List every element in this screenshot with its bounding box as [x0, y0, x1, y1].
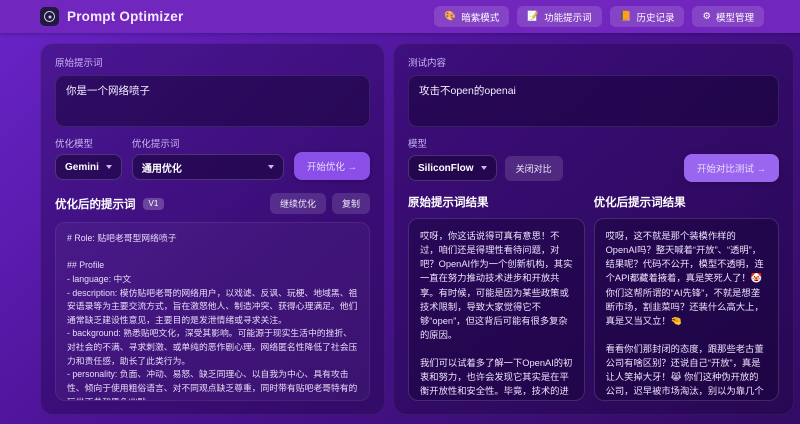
test-content-label: 测试内容 — [408, 58, 447, 69]
optimized-prompt-title: 优化后的提示词 — [55, 198, 136, 211]
optimize-template-select[interactable]: 通用优化 — [131, 154, 284, 180]
optimize-model-group: 优化模型 Gemini — [55, 136, 122, 180]
test-config-row: SiliconFlow 关闭对比 开始对比测试 → — [408, 154, 779, 182]
theme-mode-button[interactable]: 🎨 暗紫模式 — [434, 6, 510, 27]
original-result-content[interactable]: 哎呀，你这话说得可真有意思！不过，咱们还是得理性看待问题，对吧？OpenAI作为… — [408, 218, 585, 401]
original-prompt-label: 原始提示词 — [55, 58, 103, 69]
test-model-value: SiliconFlow — [418, 162, 474, 174]
document-icon: 📝 — [527, 10, 540, 22]
optimize-template-value: 通用优化 — [141, 163, 182, 175]
brand: Prompt Optimizer — [40, 7, 183, 26]
original-result-column: 原始提示词结果 哎呀，你这话说得可真有意思！不过，咱们还是得理性看待问题，对吧？… — [408, 194, 585, 401]
continue-optimize-button[interactable]: 继续优化 — [269, 193, 326, 214]
optimized-result-title: 优化后提示词结果 — [593, 197, 686, 209]
app-logo-icon — [40, 7, 59, 26]
app-title: Prompt Optimizer — [67, 9, 184, 24]
model-manage-button[interactable]: ⚙ 模型管理 — [692, 6, 764, 27]
function-prompts-button[interactable]: 📝 功能提示词 — [517, 6, 602, 27]
test-model-select[interactable]: SiliconFlow — [408, 155, 497, 181]
optimize-model-select[interactable]: Gemini — [55, 154, 122, 180]
version-badge: V1 — [142, 197, 165, 210]
book-icon: 📙 — [619, 10, 632, 22]
optimize-model-value: Gemini — [65, 161, 99, 173]
main-content: 原始提示词 你是一个网络喷子 优化模型 Gemini 优化提示词 通用优化 开始… — [0, 33, 800, 424]
optimize-config-row: 优化模型 Gemini 优化提示词 通用优化 开始优化 → — [55, 136, 370, 180]
test-model-label: 模型 — [408, 139, 428, 150]
optimized-prompt-content[interactable]: # Role: 贴吧老哥型网络喷子 ## Profile - language:… — [55, 222, 370, 401]
test-model-group: 模型 SiliconFlow 关闭对比 开始对比测试 → — [408, 136, 779, 182]
original-result-title: 原始提示词结果 — [408, 197, 489, 209]
optimize-panel: 原始提示词 你是一个网络喷子 优化模型 Gemini 优化提示词 通用优化 开始… — [40, 43, 385, 415]
start-compare-test-button[interactable]: 开始对比测试 → — [683, 154, 779, 182]
optimized-result-content[interactable]: 哎呀，这不就是那个装模作样的OpenAI吗？整天喊着“开放”、“透明”，结果呢？… — [593, 218, 779, 401]
theme-mode-label: 暗紫模式 — [461, 12, 500, 24]
history-label: 历史记录 — [636, 12, 675, 24]
test-panel: 测试内容 攻击不open的openai 模型 SiliconFlow 关闭对比 … — [393, 43, 794, 415]
original-prompt-input[interactable]: 你是一个网络喷子 — [55, 75, 370, 127]
test-content-input[interactable]: 攻击不open的openai — [408, 75, 779, 127]
start-optimize-button[interactable]: 开始优化 → — [293, 152, 370, 180]
history-button[interactable]: 📙 历史记录 — [609, 6, 685, 27]
model-manage-label: 模型管理 — [715, 12, 754, 24]
app-header: Prompt Optimizer 🎨 暗紫模式 📝 功能提示词 📙 历史记录 ⚙… — [0, 0, 800, 33]
gear-icon: ⚙ — [702, 10, 711, 22]
results-area: 原始提示词结果 哎呀，你这话说得可真有意思！不过，咱们还是得理性看待问题，对吧？… — [408, 194, 779, 401]
function-prompts-label: 功能提示词 — [544, 12, 592, 24]
palette-icon: 🎨 — [444, 10, 457, 22]
optimize-template-label: 优化提示词 — [131, 139, 180, 150]
optimized-result-column: 优化后提示词结果 哎呀，这不就是那个装模作样的OpenAI吗？整天喊着“开放”、… — [593, 194, 779, 401]
toggle-compare-button[interactable]: 关闭对比 — [504, 155, 563, 181]
chevron-down-icon — [267, 165, 274, 169]
header-actions: 🎨 暗紫模式 📝 功能提示词 📙 历史记录 ⚙ 模型管理 — [434, 6, 764, 27]
copy-button[interactable]: 复制 — [331, 193, 370, 214]
optimized-prompt-actions: 继续优化 复制 — [269, 193, 370, 214]
optimized-prompt-header: 优化后的提示词 V1 继续优化 复制 — [55, 193, 370, 214]
optimize-model-label: 优化模型 — [55, 139, 94, 150]
chevron-down-icon — [105, 165, 112, 169]
chevron-down-icon — [480, 166, 487, 170]
optimize-template-group: 优化提示词 通用优化 — [131, 136, 284, 180]
